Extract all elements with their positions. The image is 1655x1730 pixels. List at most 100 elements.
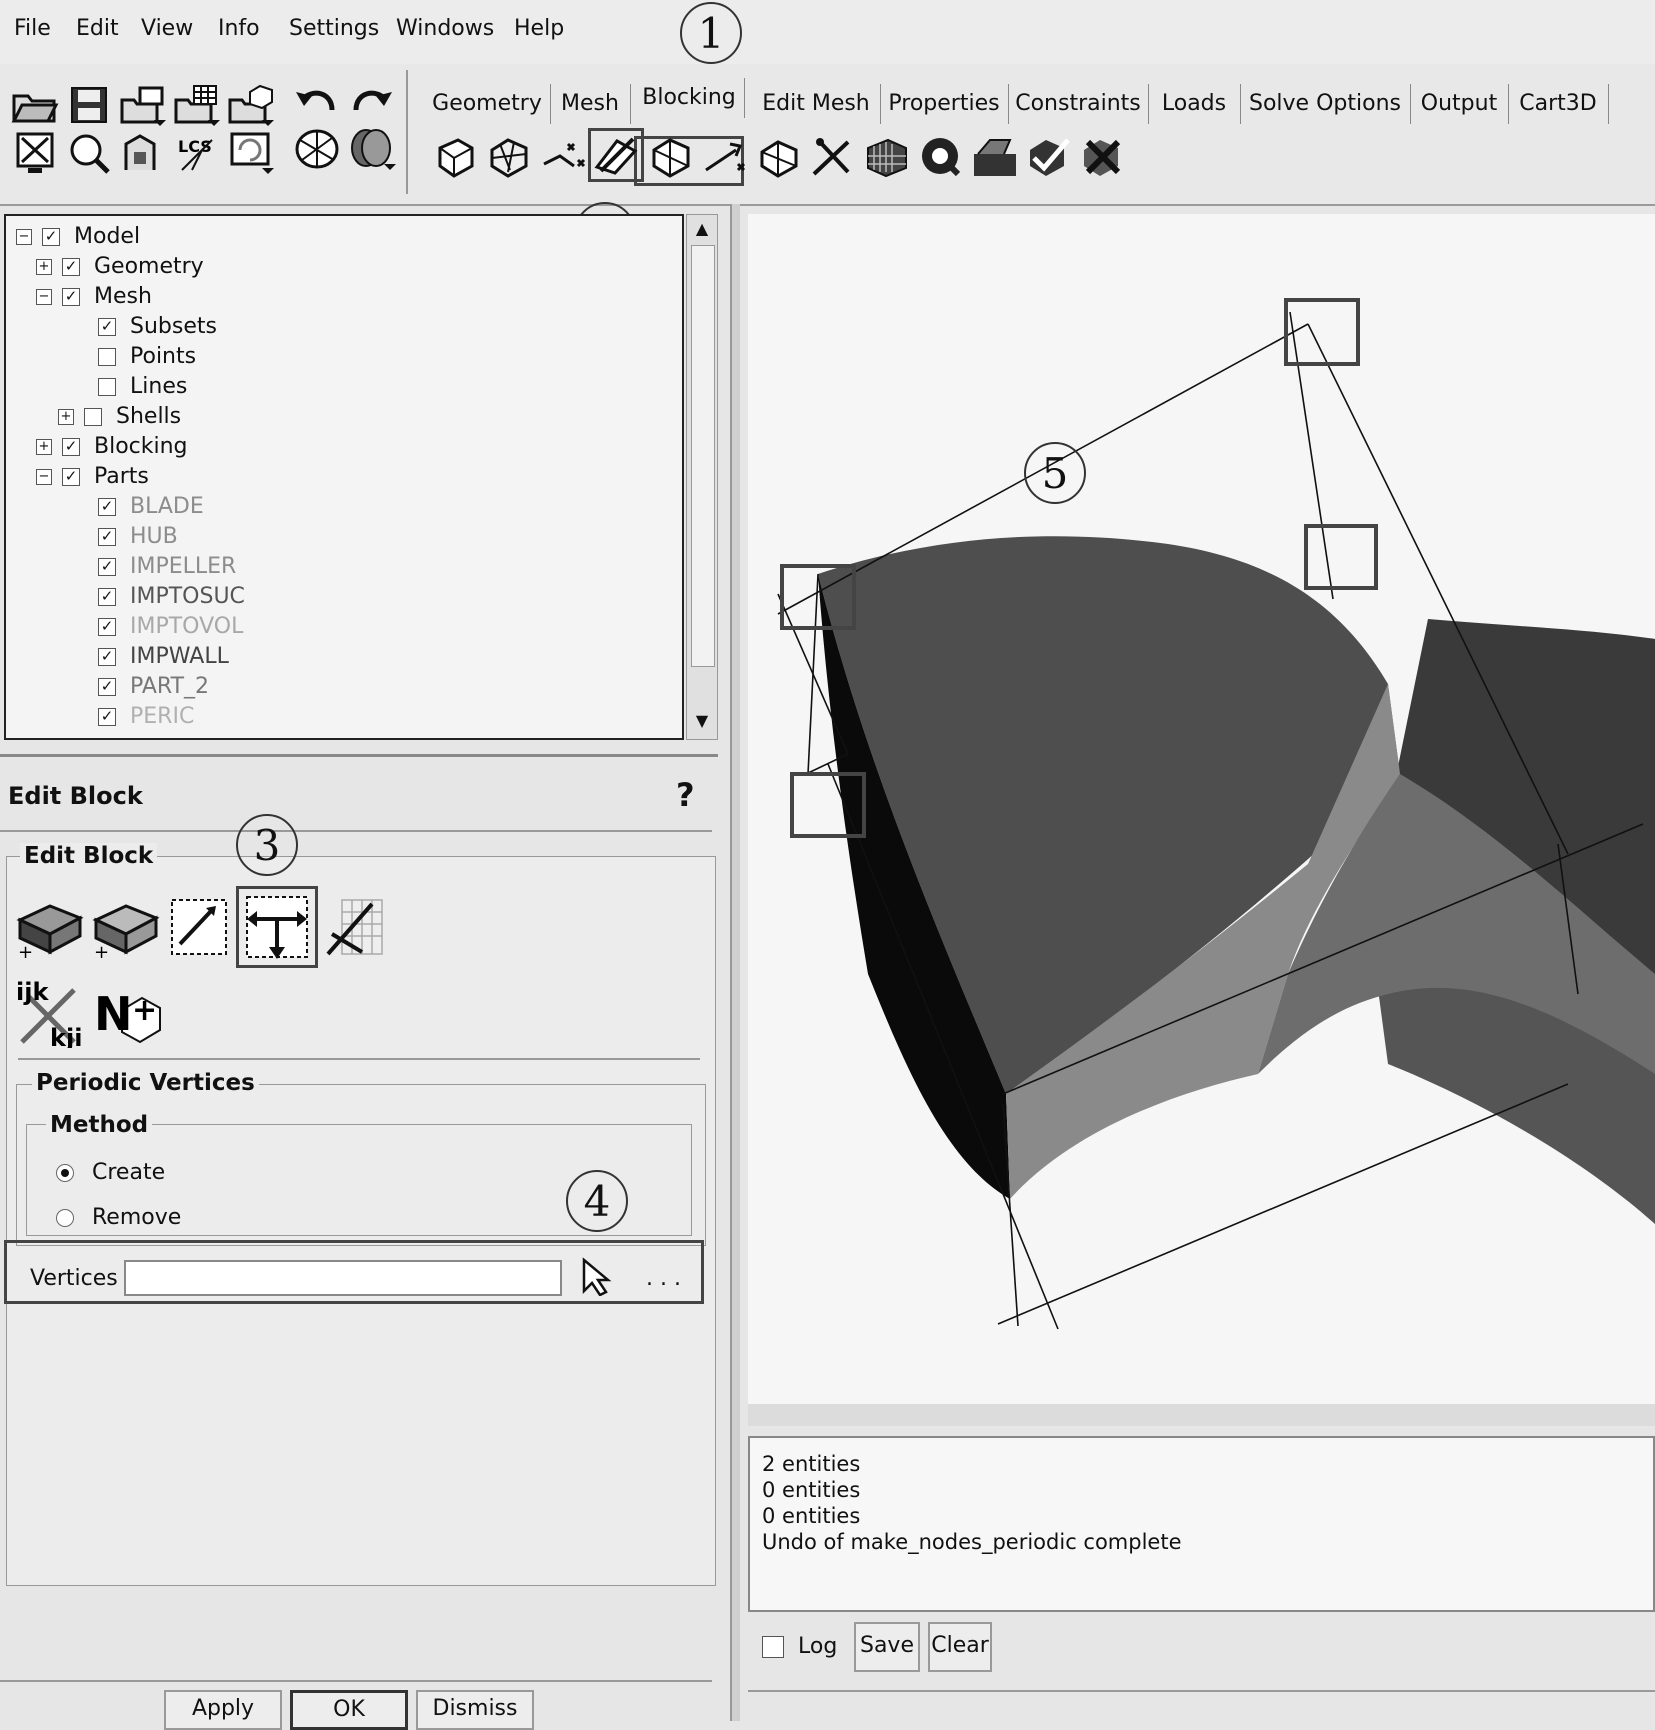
tab-geometry[interactable]: Geometry bbox=[424, 84, 551, 124]
modify-face-icon[interactable] bbox=[166, 894, 232, 960]
open-folder-icon[interactable] bbox=[10, 82, 60, 128]
tab-mesh[interactable]: Mesh bbox=[550, 84, 631, 124]
scroll-thumb[interactable] bbox=[691, 245, 715, 667]
collapse-icon[interactable]: − bbox=[36, 289, 52, 305]
tree-part-impeller[interactable]: ✓ IMPELLER bbox=[98, 552, 236, 582]
menu-view[interactable]: View bbox=[141, 16, 193, 41]
selected-vertex-2[interactable] bbox=[1304, 524, 1378, 590]
open-geometry-icon[interactable] bbox=[118, 82, 168, 128]
open-blocking-icon[interactable] bbox=[226, 82, 276, 128]
more-options-button[interactable]: . . . bbox=[646, 1266, 681, 1291]
tree-part-imptovol[interactable]: ✓ IMPTOVOL bbox=[98, 612, 243, 642]
tree-node-parts[interactable]: − ✓ Parts bbox=[36, 462, 149, 492]
create-radio[interactable]: Create bbox=[56, 1160, 165, 1185]
wireframe-icon[interactable] bbox=[292, 126, 342, 172]
zoom-box-icon[interactable] bbox=[64, 130, 114, 176]
visibility-checkbox[interactable]: ✓ bbox=[98, 708, 116, 726]
visibility-checkbox[interactable]: ✓ bbox=[98, 498, 116, 516]
check-icon[interactable] bbox=[1024, 134, 1074, 180]
edit-grid-icon[interactable] bbox=[322, 894, 388, 960]
visibility-checkbox[interactable] bbox=[84, 408, 102, 426]
menu-help[interactable]: Help bbox=[514, 16, 564, 41]
collapse-icon[interactable]: − bbox=[16, 229, 32, 245]
visibility-checkbox[interactable]: ✓ bbox=[98, 648, 116, 666]
move-vertex-icon[interactable] bbox=[700, 134, 750, 180]
apply-button[interactable]: Apply bbox=[164, 1690, 282, 1730]
measure-icon[interactable] bbox=[118, 130, 168, 176]
clear-log-button[interactable]: Clear bbox=[928, 1622, 992, 1672]
tree-node-shells[interactable]: + Shells bbox=[58, 402, 181, 432]
dismiss-button[interactable]: Dismiss bbox=[416, 1690, 534, 1730]
visibility-checkbox[interactable]: ✓ bbox=[62, 258, 80, 276]
visibility-checkbox[interactable]: ✓ bbox=[98, 528, 116, 546]
visibility-checkbox[interactable] bbox=[98, 348, 116, 366]
tree-part-impwall[interactable]: ✓ IMPWALL bbox=[98, 642, 229, 672]
tree-node-model[interactable]: − ✓ Model bbox=[16, 222, 140, 252]
expand-icon[interactable]: + bbox=[36, 439, 52, 455]
visibility-checkbox[interactable]: ✓ bbox=[98, 558, 116, 576]
merge-blocks-icon[interactable]: + bbox=[14, 896, 86, 963]
visibility-checkbox[interactable]: ✓ bbox=[62, 288, 80, 306]
add-block-icon[interactable]: + bbox=[90, 896, 162, 963]
message-window[interactable]: 2 entities 0 entities 0 entities Undo of… bbox=[748, 1436, 1655, 1612]
visibility-checkbox[interactable]: ✓ bbox=[42, 228, 60, 246]
tab-cart3d[interactable]: Cart3D bbox=[1508, 84, 1609, 124]
solid-icon[interactable] bbox=[346, 126, 396, 172]
visibility-checkbox[interactable]: ✓ bbox=[98, 618, 116, 636]
tab-solve-options[interactable]: Solve Options bbox=[1240, 84, 1411, 124]
lcs-icon[interactable]: LCS bbox=[172, 130, 222, 176]
open-mesh-icon[interactable] bbox=[172, 82, 222, 128]
menu-edit[interactable]: Edit bbox=[76, 16, 119, 41]
menu-windows[interactable]: Windows bbox=[396, 16, 494, 41]
transform-icon[interactable] bbox=[754, 134, 804, 180]
menu-file[interactable]: File bbox=[14, 16, 51, 41]
refresh-icon[interactable] bbox=[226, 130, 276, 176]
tree-node-mesh[interactable]: − ✓ Mesh bbox=[36, 282, 152, 312]
tree-node-blocking[interactable]: + ✓ Blocking bbox=[36, 432, 188, 462]
visibility-checkbox[interactable]: ✓ bbox=[98, 318, 116, 336]
tree-node-points[interactable]: Points bbox=[98, 342, 196, 372]
log-checkbox-box[interactable] bbox=[762, 1636, 784, 1658]
expand-icon[interactable]: + bbox=[58, 409, 74, 425]
edit-block-icon[interactable] bbox=[588, 128, 644, 182]
select-cursor-icon[interactable] bbox=[578, 1256, 618, 1297]
tree-part-peric[interactable]: ✓ PERIC bbox=[98, 702, 194, 732]
premesh-icon[interactable] bbox=[862, 134, 912, 180]
log-checkbox[interactable]: Log bbox=[762, 1634, 837, 1659]
delete-block-icon[interactable] bbox=[970, 134, 1020, 180]
redo-icon[interactable] bbox=[346, 78, 396, 124]
scroll-up-icon[interactable]: ▲ bbox=[691, 219, 713, 241]
edit-edge-icon[interactable] bbox=[808, 134, 858, 180]
vertices-input[interactable] bbox=[124, 1260, 562, 1296]
radio-on[interactable] bbox=[56, 1164, 74, 1182]
tree-node-geometry[interactable]: + ✓ Geometry bbox=[36, 252, 204, 282]
scroll-down-icon[interactable]: ▼ bbox=[691, 711, 713, 733]
visibility-checkbox[interactable]: ✓ bbox=[62, 438, 80, 456]
tree-node-lines[interactable]: Lines bbox=[98, 372, 187, 402]
visibility-checkbox[interactable] bbox=[98, 378, 116, 396]
save-log-button[interactable]: Save bbox=[854, 1622, 920, 1672]
quality-icon[interactable] bbox=[916, 134, 966, 180]
fit-window-icon[interactable] bbox=[10, 130, 60, 176]
periodic-vertices-icon[interactable] bbox=[236, 886, 318, 968]
visibility-checkbox[interactable]: ✓ bbox=[98, 588, 116, 606]
visibility-checkbox[interactable]: ✓ bbox=[98, 678, 116, 696]
ok-button[interactable]: OK bbox=[290, 1690, 408, 1730]
tab-loads[interactable]: Loads bbox=[1148, 84, 1241, 124]
tab-constraints[interactable]: Constraints bbox=[1008, 84, 1149, 124]
tree-node-subsets[interactable]: ✓ Subsets bbox=[98, 312, 217, 342]
tree-scrollbar[interactable]: ▲ ▼ bbox=[686, 214, 718, 740]
save-icon[interactable] bbox=[64, 82, 114, 128]
renumber-icon[interactable]: N + bbox=[92, 980, 164, 1046]
tab-blocking[interactable]: Blocking bbox=[634, 78, 745, 118]
tab-edit-mesh[interactable]: Edit Mesh bbox=[752, 84, 881, 124]
help-icon[interactable]: ? bbox=[676, 776, 706, 816]
tab-properties[interactable]: Properties bbox=[880, 84, 1009, 124]
menu-settings[interactable]: Settings bbox=[289, 16, 379, 41]
pane-splitter[interactable] bbox=[730, 204, 740, 1721]
undo-icon[interactable] bbox=[292, 78, 342, 124]
delete-icon[interactable] bbox=[1078, 134, 1128, 180]
premesh-params-icon[interactable] bbox=[646, 134, 696, 180]
tree-part-imptosuc[interactable]: ✓ IMPTOSUC bbox=[98, 582, 245, 612]
split-block-icon[interactable] bbox=[484, 134, 534, 180]
